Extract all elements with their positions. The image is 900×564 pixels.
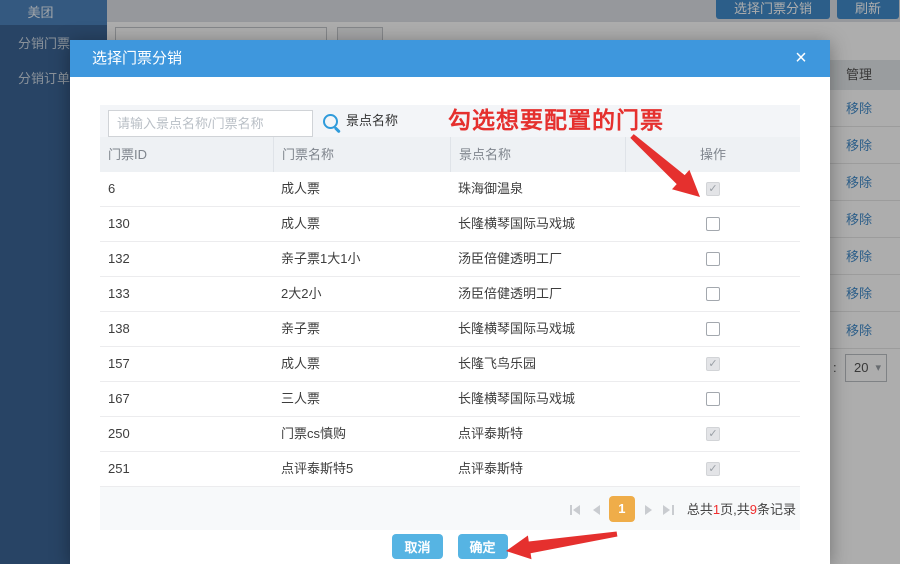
ticket-id: 251 [100,452,273,486]
row-checkbox: ✓ [706,357,720,371]
screen: 美团 分销门票 分销订单 选择门票分销 刷新 管理 移除 移除 移除 移除 移除… [0,0,900,564]
select-ticket-distribution-modal: 选择门票分销 × 景点名称 门票ID 门票名称 景点名称 操作 6 成人票 珠海… [70,40,830,564]
table-row: 251 点评泰斯特5 点评泰斯特 ✓ [100,452,800,487]
ticket-name: 成人票 [273,172,450,206]
scenic-name: 点评泰斯特 [450,452,625,486]
table-row: 6 成人票 珠海御温泉 ✓ [100,172,800,207]
scenic-name: 长隆飞鸟乐园 [450,347,625,381]
col-header-scenic-name: 景点名称 [450,137,625,172]
total-records: 9 [750,502,757,517]
pagination-next-icon[interactable] [641,501,655,517]
ticket-id: 138 [100,312,273,346]
scenic-name: 汤臣倍健透明工厂 [450,242,625,276]
ticket-name: 门票cs慎购 [273,417,450,451]
col-header-ticket-name: 门票名称 [273,137,450,172]
ticket-id: 6 [100,172,273,206]
pagination-last-icon[interactable] [661,501,675,517]
pagination-bar: 1 总共1页,共9条记录 [100,487,800,530]
scenic-name: 长隆横琴国际马戏城 [450,207,625,241]
scenic-name: 长隆横琴国际马戏城 [450,382,625,416]
scenic-name: 珠海御温泉 [450,172,625,206]
row-checkbox[interactable]: ✓ [706,252,720,266]
check-icon: ✓ [707,183,720,196]
row-checkbox: ✓ [706,182,720,196]
pagination-summary: 总共1页,共9条记录 [687,499,796,518]
row-checkbox[interactable]: ✓ [706,287,720,301]
confirm-button[interactable]: 确定 [458,534,508,559]
col-header-ticket-id: 门票ID [100,137,273,172]
ticket-name: 成人票 [273,347,450,381]
table-row: 132 亲子票1大1小 汤臣倍健透明工厂 ✓ [100,242,800,277]
ticket-name: 三人票 [273,382,450,416]
ticket-name: 成人票 [273,207,450,241]
cancel-button[interactable]: 取消 [392,534,442,559]
table-row: 133 2大2小 汤臣倍健透明工厂 ✓ [100,277,800,312]
search-label: 景点名称 [346,105,398,137]
search-icon[interactable] [322,113,342,133]
row-checkbox[interactable]: ✓ [706,217,720,231]
ticket-name: 亲子票 [273,312,450,346]
row-checkbox[interactable]: ✓ [706,392,720,406]
ticket-name: 点评泰斯特5 [273,452,450,486]
scenic-name: 长隆横琴国际马戏城 [450,312,625,346]
modal-search-bar: 景点名称 [100,105,800,137]
table-header-row: 门票ID 门票名称 景点名称 操作 [100,137,800,172]
close-icon[interactable]: × [786,40,816,77]
pagination-first-icon[interactable] [569,501,583,517]
modal-footer: 取消 确定 [70,534,830,559]
row-checkbox: ✓ [706,427,720,441]
ticket-name: 亲子票1大1小 [273,242,450,276]
ticket-table: 门票ID 门票名称 景点名称 操作 6 成人票 珠海御温泉 ✓ 130 成人票 … [100,137,800,487]
row-checkbox: ✓ [706,462,720,476]
table-row: 167 三人票 长隆横琴国际马戏城 ✓ [100,382,800,417]
col-header-action: 操作 [625,137,800,172]
check-icon: ✓ [707,358,720,371]
row-checkbox[interactable]: ✓ [706,322,720,336]
pagination-current-page[interactable]: 1 [609,496,635,522]
modal-header: 选择门票分销 × [70,40,830,77]
modal-title: 选择门票分销 [92,40,182,77]
pager: 1 [569,496,675,522]
table-row: 157 成人票 长隆飞鸟乐园 ✓ [100,347,800,382]
table-row: 138 亲子票 长隆横琴国际马戏城 ✓ [100,312,800,347]
scenic-name: 点评泰斯特 [450,417,625,451]
ticket-id: 133 [100,277,273,311]
ticket-name: 2大2小 [273,277,450,311]
pagination-prev-icon[interactable] [589,501,603,517]
table-row: 130 成人票 长隆横琴国际马戏城 ✓ [100,207,800,242]
check-icon: ✓ [707,428,720,441]
ticket-id: 250 [100,417,273,451]
scenic-name: 汤臣倍健透明工厂 [450,277,625,311]
ticket-id: 167 [100,382,273,416]
check-icon: ✓ [707,463,720,476]
ticket-id: 157 [100,347,273,381]
ticket-id: 130 [100,207,273,241]
table-row: 250 门票cs慎购 点评泰斯特 ✓ [100,417,800,452]
search-input[interactable] [108,110,313,137]
ticket-id: 132 [100,242,273,276]
